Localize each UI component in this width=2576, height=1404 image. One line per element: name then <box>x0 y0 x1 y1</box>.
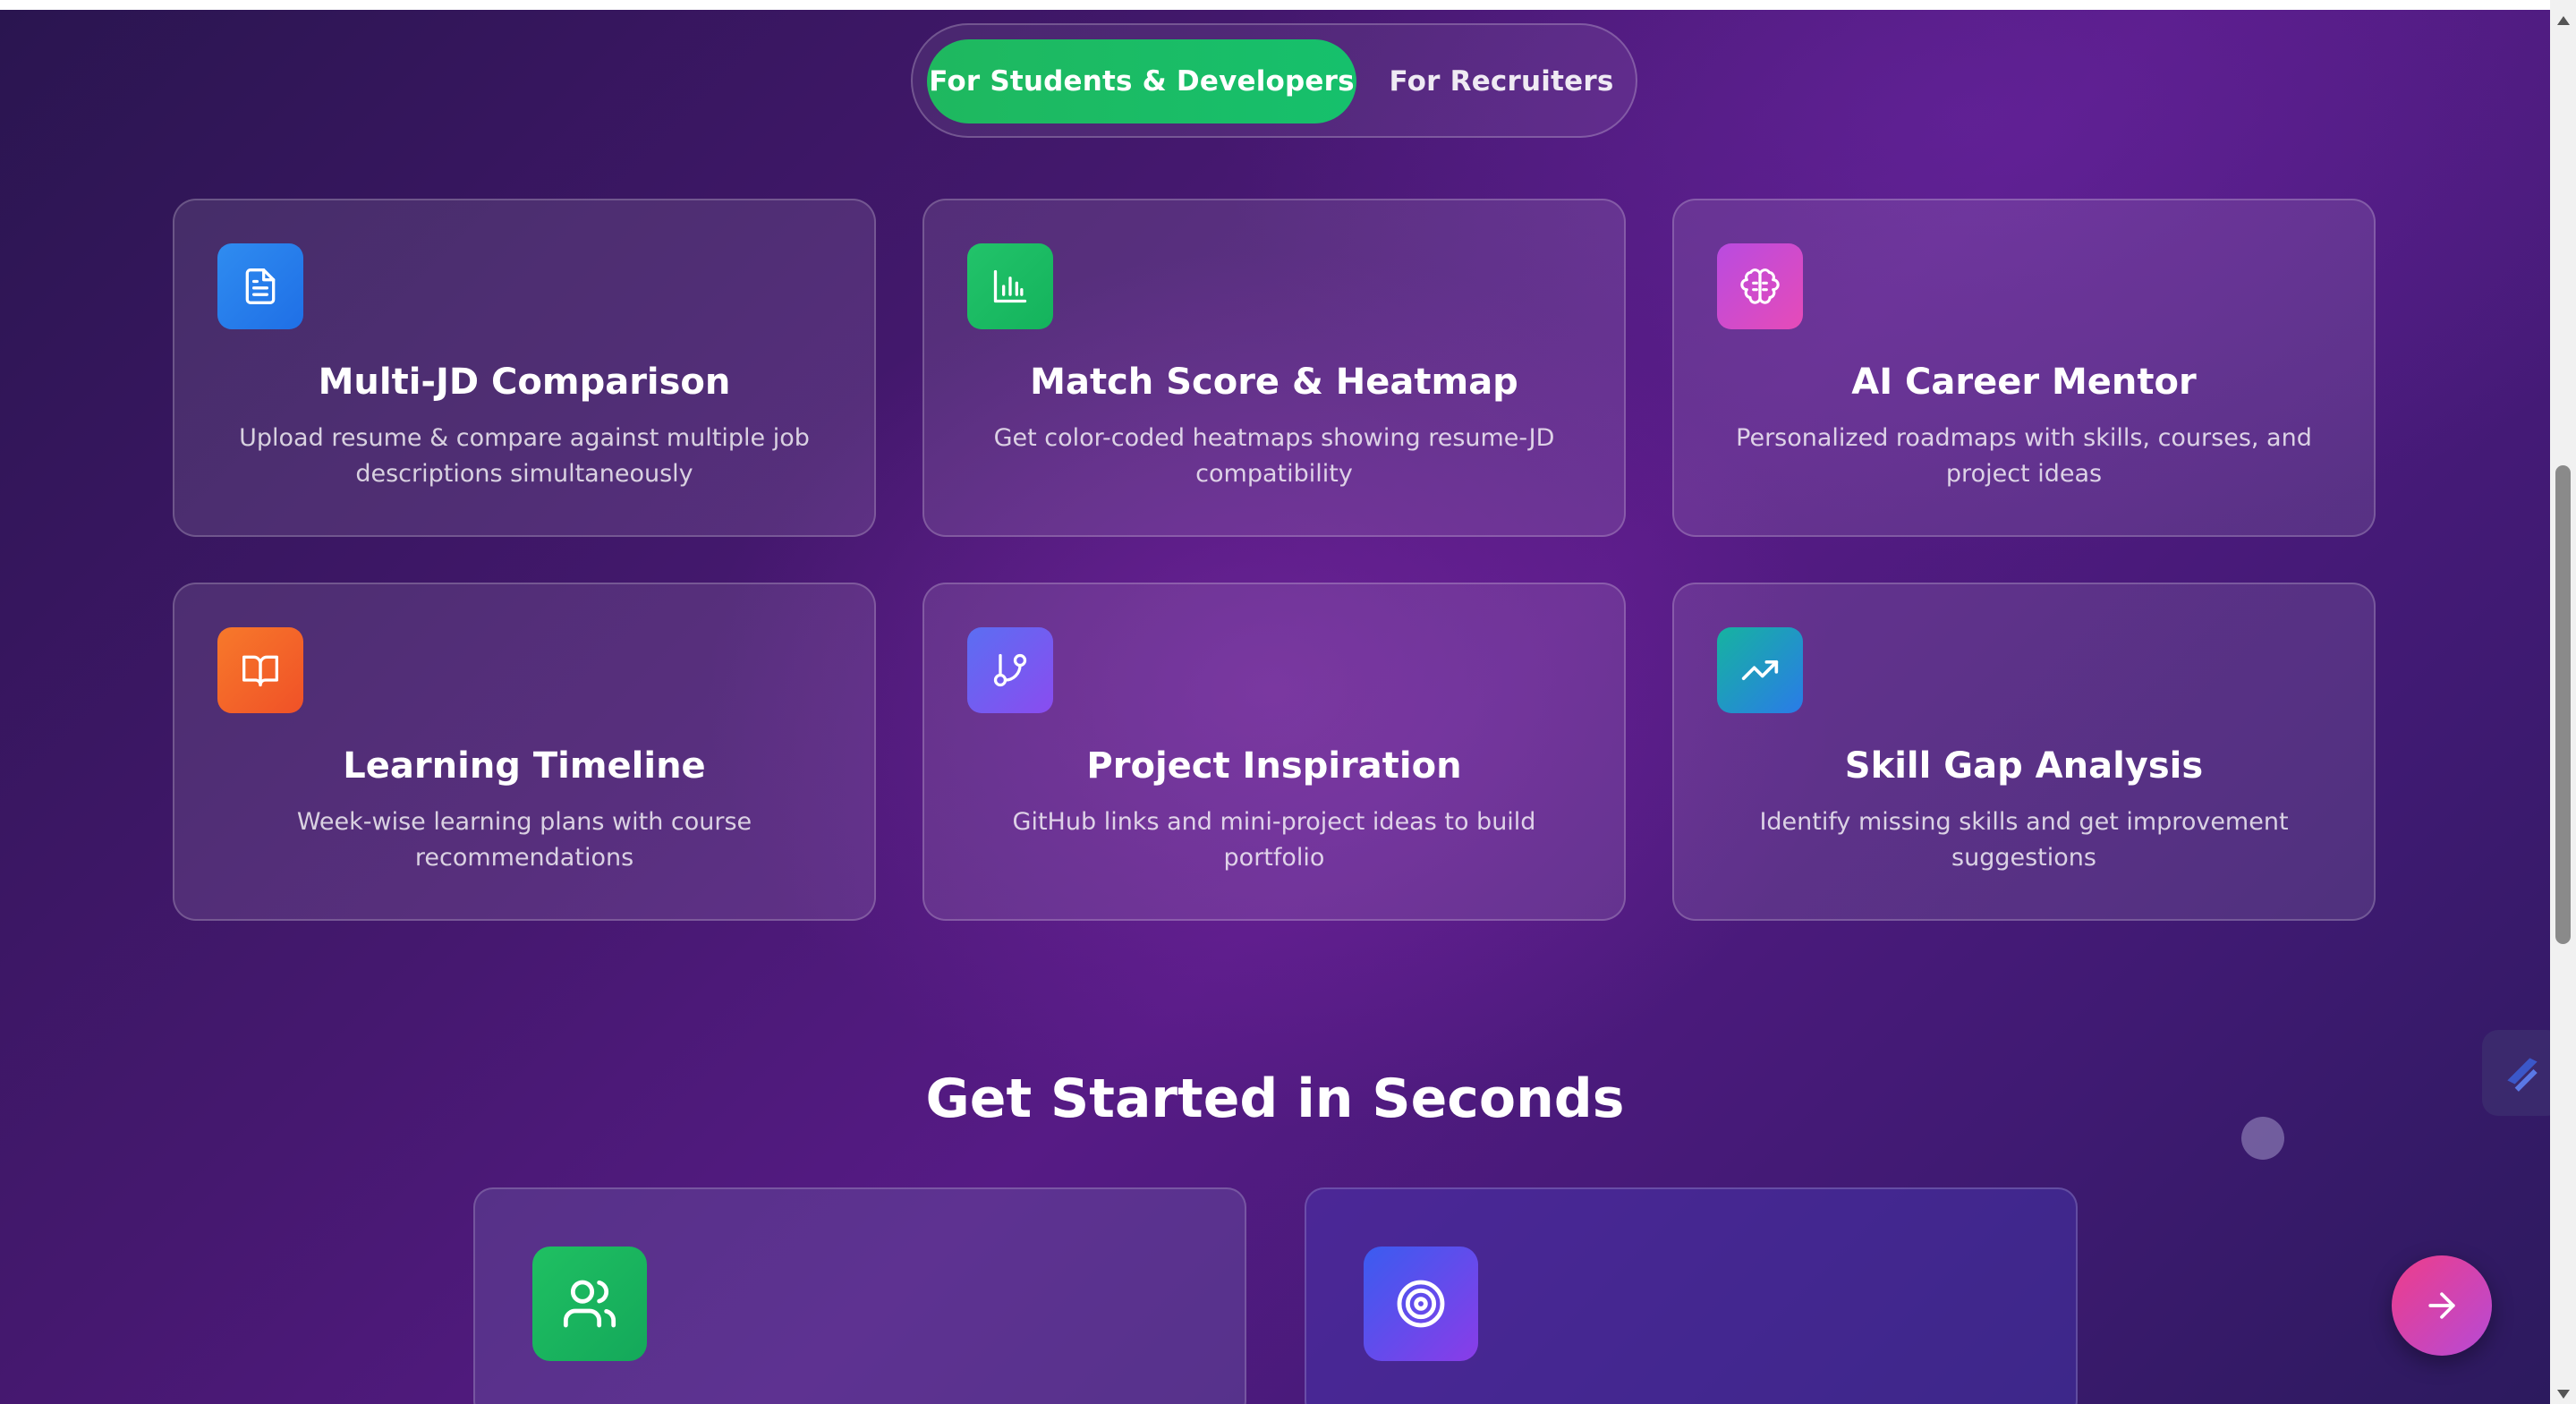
tab-recruiters[interactable]: For Recruiters <box>1378 39 1625 123</box>
feature-description: Upload resume & compare against multiple… <box>239 424 810 488</box>
get-started-card-recruiters[interactable] <box>1305 1187 2078 1404</box>
trending-up-icon <box>1717 627 1803 713</box>
feature-card-ai-career-mentor[interactable]: AI Career Mentor Personalized roadmaps w… <box>1672 199 2376 537</box>
vertical-scrollbar[interactable] <box>2550 0 2576 1404</box>
feature-description: Get color-coded heatmaps showing resume-… <box>993 424 1555 488</box>
scrollbar-thumb[interactable] <box>2555 465 2571 944</box>
get-started-card-students[interactable] <box>473 1187 1246 1404</box>
extension-logo-icon <box>2507 1058 2538 1092</box>
feature-card-learning-timeline[interactable]: Learning Timeline Week-wise learning pla… <box>173 583 876 921</box>
feature-card-match-score[interactable]: Match Score & Heatmap Get color-coded he… <box>922 199 1626 537</box>
feature-description: Week-wise learning plans with course rec… <box>296 808 752 872</box>
get-started-heading: Get Started in Seconds <box>925 1068 1625 1130</box>
feature-description: Identify missing skills and get improvem… <box>1759 808 2289 872</box>
feature-title: Skill Gap Analysis <box>1844 745 2204 787</box>
floating-indicator-dot <box>2241 1117 2284 1160</box>
side-extension-widget[interactable] <box>2482 1030 2550 1116</box>
feature-title: Project Inspiration <box>1086 745 1462 787</box>
document-icon <box>217 243 303 329</box>
tab-students-developers[interactable]: For Students & Developers <box>927 39 1356 123</box>
feature-card-project-inspiration[interactable]: Project Inspiration GitHub links and min… <box>922 583 1626 921</box>
feature-title: Multi-JD Comparison <box>318 362 731 403</box>
feature-description: Personalized roadmaps with skills, cours… <box>1736 424 2312 488</box>
users-icon <box>532 1247 647 1361</box>
bar-chart-icon <box>967 243 1053 329</box>
feature-title: Learning Timeline <box>343 745 706 787</box>
scroll-down-arrow-icon[interactable] <box>2557 1390 2570 1399</box>
feature-title: Match Score & Heatmap <box>1030 362 1518 403</box>
brain-icon <box>1717 243 1803 329</box>
arrow-right-icon <box>2428 1292 2455 1319</box>
target-icon <box>1364 1247 1478 1361</box>
page-viewport: For Students & Developers For Recruiters… <box>0 10 2550 1404</box>
feature-title: AI Career Mentor <box>1851 362 2197 403</box>
scroll-up-arrow-icon[interactable] <box>2557 16 2570 25</box>
audience-tab-switcher: For Students & Developers For Recruiters <box>911 23 1637 138</box>
feature-card-skill-gap[interactable]: Skill Gap Analysis Identify missing skil… <box>1672 583 2376 921</box>
next-arrow-button[interactable] <box>2392 1255 2492 1356</box>
git-branch-icon <box>967 627 1053 713</box>
feature-card-multi-jd[interactable]: Multi-JD Comparison Upload resume & comp… <box>173 199 876 537</box>
feature-description: GitHub links and mini-project ideas to b… <box>1012 808 1536 872</box>
book-open-icon <box>217 627 303 713</box>
